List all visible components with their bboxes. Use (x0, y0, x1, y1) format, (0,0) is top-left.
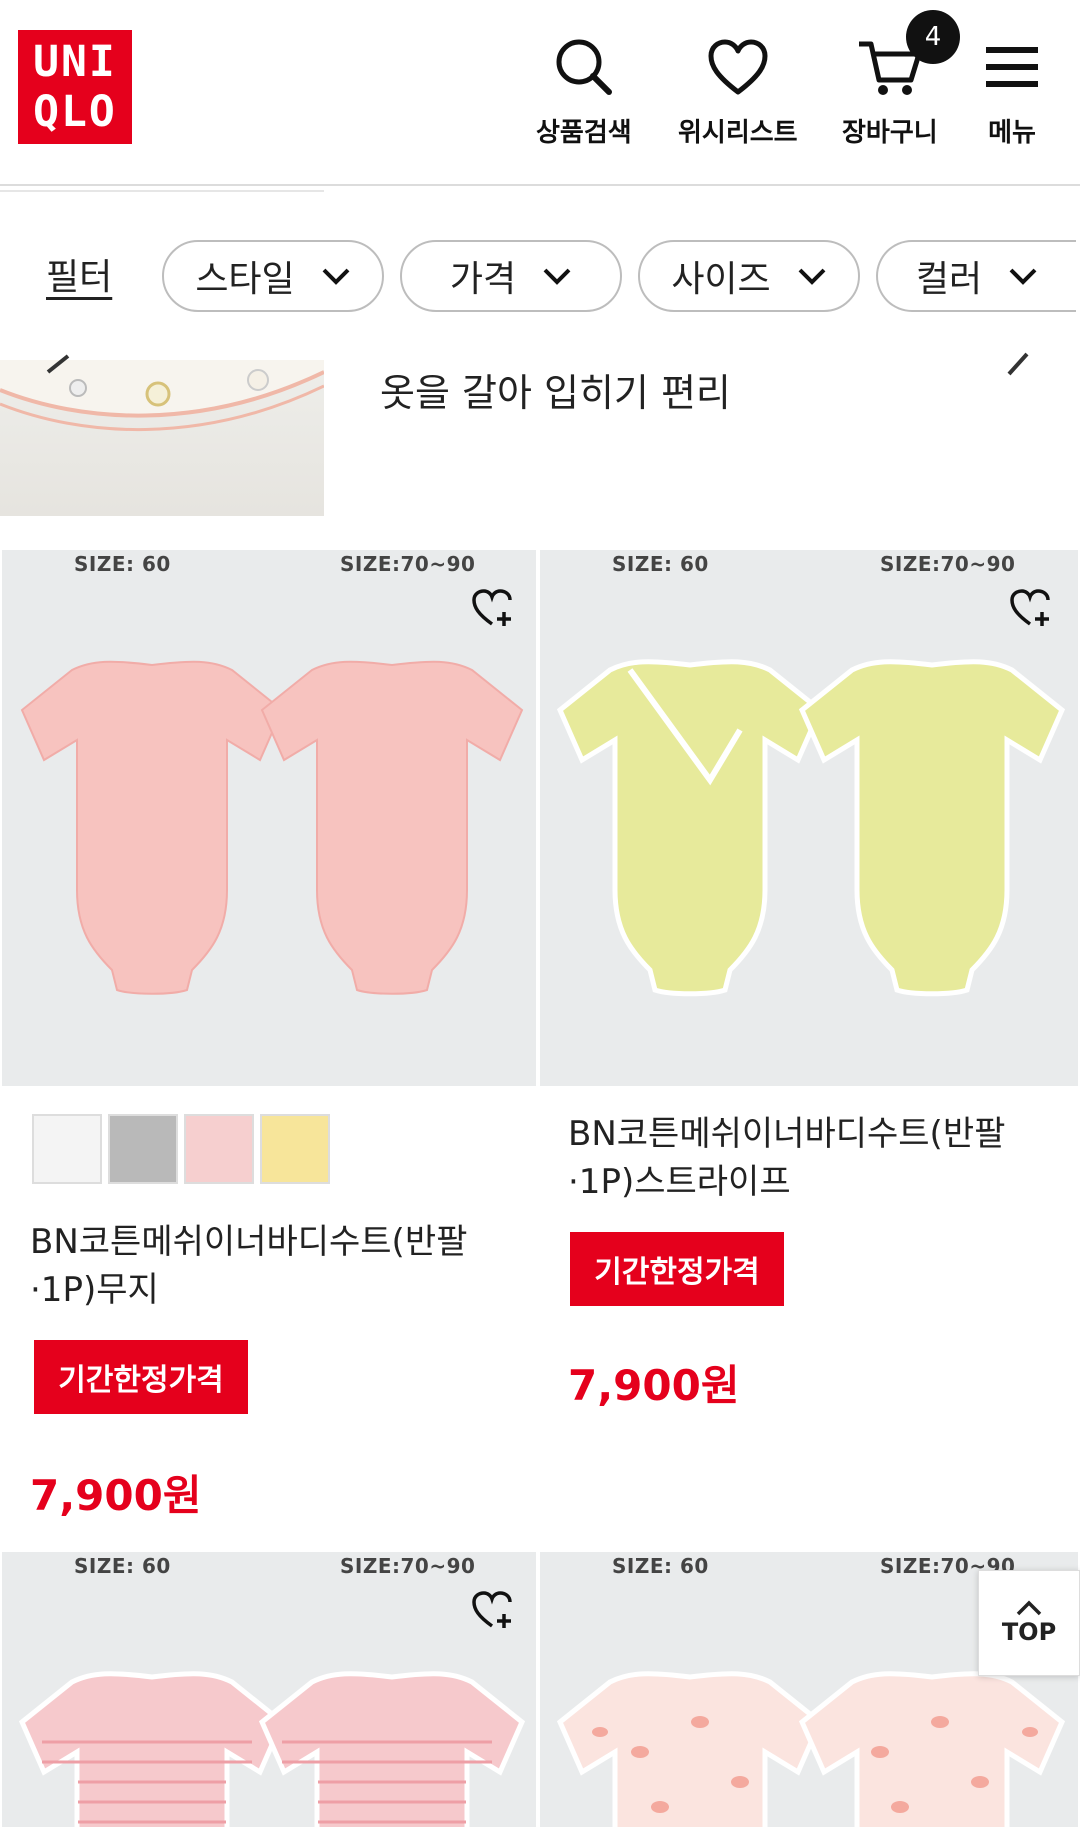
product-price: 7,900원 (568, 1361, 740, 1410)
color-swatches (32, 1114, 330, 1184)
scroll-to-top-button[interactable]: TOP (978, 1570, 1080, 1676)
size-label: SIZE: 60 (74, 552, 171, 576)
search-icon (553, 34, 615, 100)
size-label: SIZE: 60 (612, 552, 709, 576)
product-image[interactable]: SIZE: 60 SIZE:70~90 (2, 1552, 536, 1827)
size-label: SIZE:70~90 (880, 552, 1016, 576)
chevron-down-icon (798, 268, 826, 285)
chevron-down-icon (1009, 268, 1037, 285)
limited-price-badge: 기간한정가격 (34, 1340, 248, 1414)
feature-image (0, 360, 324, 516)
product-name[interactable]: BN코튼메쉬이너바디수트(반팔·1P)스트라이프 (568, 1110, 1068, 1206)
filter-button[interactable]: 필터 (46, 248, 112, 300)
carousel-next-icon[interactable] (1005, 352, 1031, 380)
product-image[interactable]: SIZE: 60 SIZE:70~90 (2, 550, 536, 1086)
uniqlo-logo[interactable]: UNI QLO (18, 30, 132, 144)
product-price: 7,900원 (30, 1471, 202, 1520)
size-label: SIZE: 60 (74, 1554, 171, 1578)
product-image[interactable]: SIZE: 60 SIZE:70~90 (540, 550, 1078, 1086)
add-to-wishlist-icon[interactable] (470, 588, 514, 632)
color-swatch-yellow[interactable] (260, 1114, 330, 1184)
size-label: SIZE: 60 (612, 1554, 709, 1578)
filter-chip-size[interactable]: 사이즈 (638, 240, 860, 312)
wishlist-button[interactable]: 위시리스트 (678, 34, 798, 149)
product-name[interactable]: BN코튼메쉬이너바디수트(반팔·1P)무지 (30, 1218, 530, 1314)
chevron-down-icon (543, 268, 571, 285)
feature-caption: 옷을 갈아 입히기 편리 (380, 371, 731, 415)
header: UNI QLO 상품검색 위시리스트 장바구니 4 메뉴 (0, 0, 1080, 186)
chevron-down-icon (322, 268, 350, 285)
size-label: SIZE:70~90 (340, 552, 476, 576)
hamburger-menu-icon (986, 34, 1038, 100)
chevron-up-icon (1016, 1600, 1042, 1616)
add-to-wishlist-icon[interactable] (1008, 588, 1052, 632)
filter-chip-price[interactable]: 가격 (400, 240, 622, 312)
color-swatch-pink[interactable] (184, 1114, 254, 1184)
color-swatch-white[interactable] (32, 1114, 102, 1184)
color-swatch-gray[interactable] (108, 1114, 178, 1184)
carousel-prev-icon[interactable] (44, 354, 70, 378)
size-label: SIZE:70~90 (340, 1554, 476, 1578)
menu-button[interactable]: 메뉴 (986, 34, 1038, 149)
limited-price-badge: 기간한정가격 (570, 1232, 784, 1306)
add-to-wishlist-icon[interactable] (470, 1590, 514, 1634)
search-button[interactable]: 상품검색 (536, 34, 632, 149)
cart-count-badge: 4 (906, 10, 960, 64)
divider (0, 190, 324, 192)
heart-icon (707, 34, 769, 100)
filter-chip-color[interactable]: 컬러 (876, 240, 1076, 312)
filter-chip-style[interactable]: 스타일 (162, 240, 384, 312)
